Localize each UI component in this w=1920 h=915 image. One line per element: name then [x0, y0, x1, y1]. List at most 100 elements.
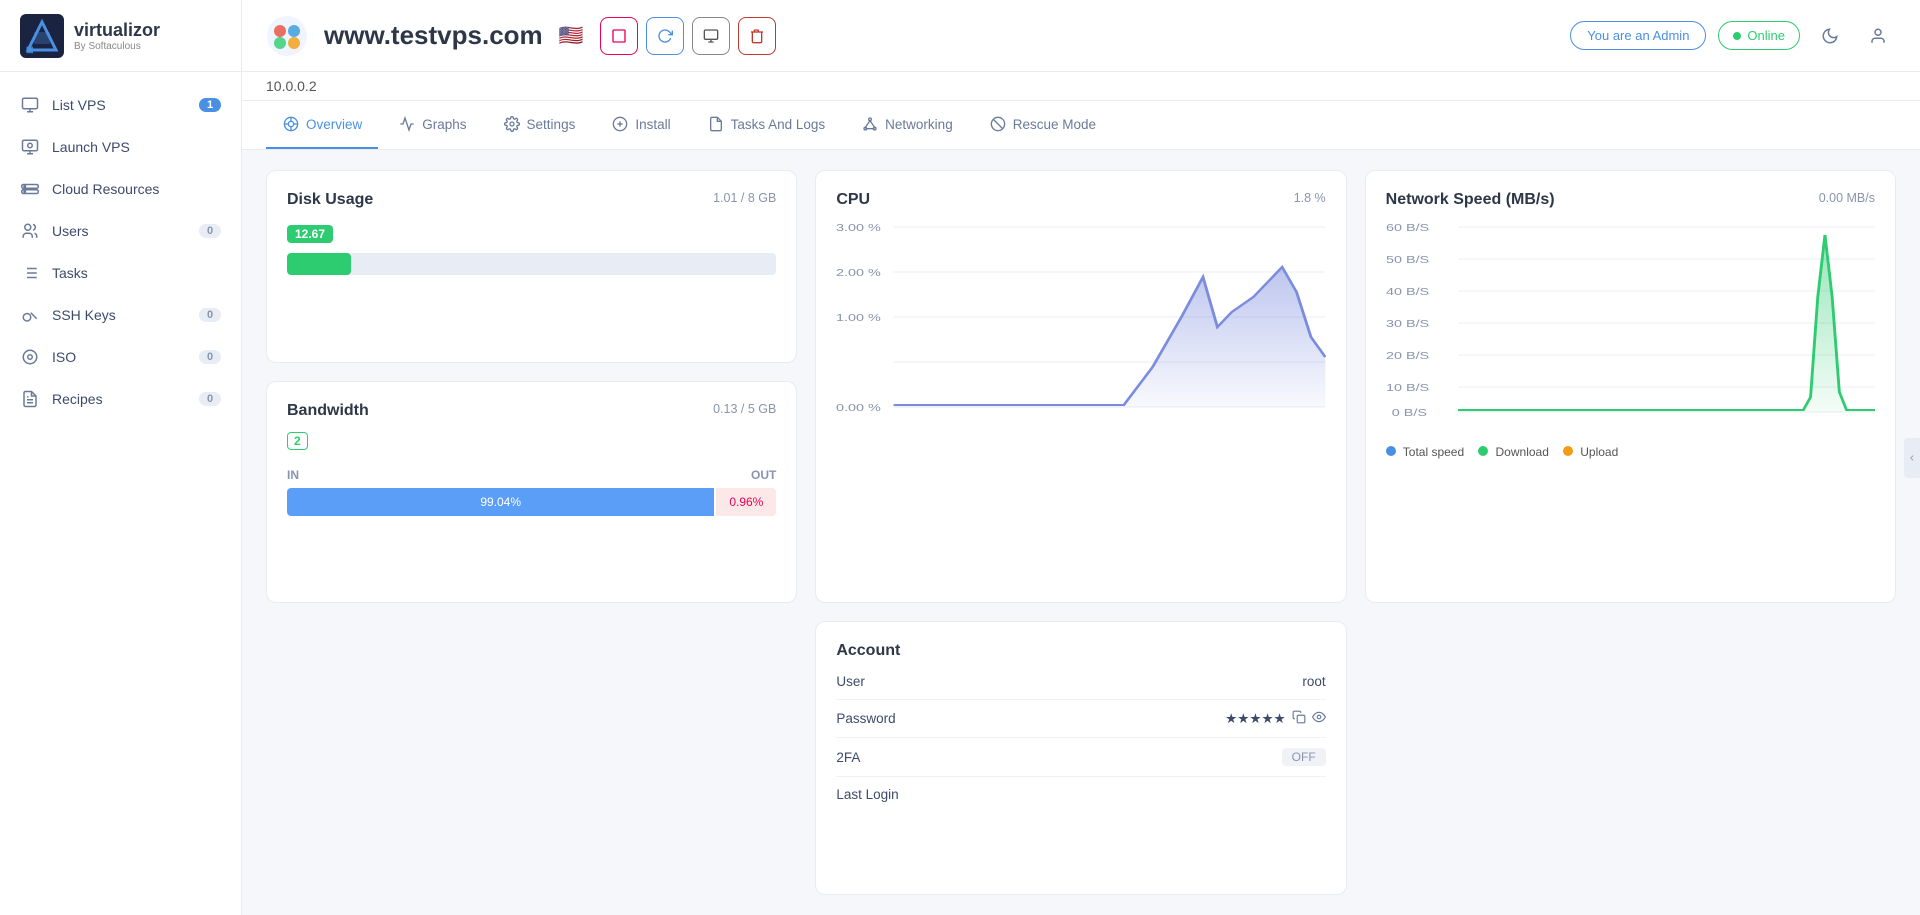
account-row-user: User root [836, 664, 1325, 700]
sidebar-item-users[interactable]: Users 0 [0, 210, 241, 252]
logo-icon: ▣ [20, 14, 64, 58]
bandwidth-title: Bandwidth [287, 402, 369, 420]
download-dot [1478, 446, 1488, 456]
tab-rescue-mode-label: Rescue Mode [1013, 117, 1096, 132]
sidebar-badge-iso: 0 [199, 350, 221, 364]
cpu-title: CPU [836, 191, 870, 209]
account-password-val: ★★★★★ [1225, 710, 1326, 727]
svg-text:50 B/S: 50 B/S [1386, 254, 1429, 265]
bandwidth-bars: 99.04% 0.96% [287, 488, 776, 516]
logo-text: virtualizor By Softaculous [74, 20, 160, 52]
header-left: www.testvps.com 🇺🇸 [266, 15, 776, 57]
tabs-bar: Overview Graphs Settings Install Tasks A… [242, 101, 1920, 150]
tab-rescue-mode[interactable]: Rescue Mode [973, 101, 1112, 149]
sidebar-item-recipes[interactable]: Recipes 0 [0, 378, 241, 420]
networking-tab-icon [861, 115, 879, 133]
network-chart: 60 B/S 50 B/S 40 B/S 30 B/S 20 B/S 10 B/… [1386, 217, 1875, 437]
sidebar-label-tasks: Tasks [52, 265, 88, 281]
admin-badge[interactable]: You are an Admin [1570, 21, 1706, 50]
cpu-current: 1.8 % [1294, 191, 1326, 205]
sidebar-label-cloud-resources: Cloud Resources [52, 181, 159, 197]
sidebar-label-list-vps: List VPS [52, 97, 106, 113]
upload-dot [1563, 446, 1573, 456]
install-tab-icon [611, 115, 629, 133]
sidebar-item-launch-vps[interactable]: Launch VPS [0, 126, 241, 168]
ip-address: 10.0.0.2 [266, 78, 317, 94]
account-row-password: Password ★★★★★ [836, 700, 1325, 738]
sidebar-item-list-vps[interactable]: List VPS 1 [0, 84, 241, 126]
svg-text:60 B/S: 60 B/S [1386, 222, 1429, 233]
sidebar-item-ssh-keys[interactable]: SSH Keys 0 [0, 294, 241, 336]
account-user-key: User [836, 674, 865, 689]
disk-progress-bar [287, 253, 776, 275]
account-title: Account [836, 642, 1325, 660]
launch-vps-icon [20, 137, 40, 157]
account-last-login-key: Last Login [836, 787, 898, 802]
recipes-icon [20, 389, 40, 409]
network-current: 0.00 MB/s [1819, 191, 1875, 205]
show-password-icon[interactable] [1312, 710, 1326, 727]
in-label: IN [287, 468, 299, 482]
disk-title: Disk Usage [287, 191, 373, 209]
sidebar-item-cloud-resources[interactable]: Cloud Resources [0, 168, 241, 210]
svg-text:40 B/S: 40 B/S [1386, 286, 1429, 297]
tab-overview-label: Overview [306, 117, 362, 132]
sidebar-label-recipes: Recipes [52, 391, 103, 407]
tab-install[interactable]: Install [595, 101, 686, 149]
svg-text:3.00 %: 3.00 % [836, 222, 881, 233]
svg-text:▣: ▣ [26, 45, 34, 54]
flag-icon: 🇺🇸 [559, 23, 584, 48]
sub-header: 10.0.0.2 [242, 72, 1920, 101]
tasks-logs-tab-icon [707, 115, 725, 133]
download-label: Download [1496, 445, 1549, 459]
network-title: Network Speed (MB/s) [1386, 191, 1555, 209]
tab-networking[interactable]: Networking [845, 101, 969, 149]
total-speed-label: Total speed [1403, 445, 1464, 459]
logo-area: ▣ virtualizor By Softaculous [0, 0, 241, 72]
online-badge[interactable]: Online [1718, 21, 1800, 50]
overview-tab-icon [282, 115, 300, 133]
online-label: Online [1747, 28, 1785, 43]
tab-overview[interactable]: Overview [266, 101, 378, 149]
sidebar-item-iso[interactable]: ISO 0 [0, 336, 241, 378]
cpu-chart-svg: 3.00 % 2.00 % 1.00 % 0.00 % [836, 217, 1325, 437]
stop-button[interactable] [600, 17, 638, 55]
console-button[interactable] [692, 17, 730, 55]
svg-text:0.00 %: 0.00 % [836, 402, 881, 413]
sidebar-navigation: List VPS 1 Launch VPS Cloud Resources [0, 72, 241, 432]
tab-graphs[interactable]: Graphs [382, 101, 482, 149]
copy-icon[interactable] [1292, 710, 1306, 727]
sidebar: ▣ virtualizor By Softaculous List VPS 1 … [0, 0, 242, 915]
sidebar-badge-recipes: 0 [199, 392, 221, 406]
theme-toggle-button[interactable] [1812, 18, 1848, 54]
sidebar-item-tasks[interactable]: Tasks [0, 252, 241, 294]
tab-tasks-logs[interactable]: Tasks And Logs [691, 101, 842, 149]
bandwidth-badge: 2 [287, 432, 308, 450]
bandwidth-in-bar: 99.04% [287, 488, 714, 516]
tasks-icon [20, 263, 40, 283]
logo-sub-text: By Softaculous [74, 41, 160, 52]
svg-text:2.00 %: 2.00 % [836, 267, 881, 278]
sidebar-label-ssh-keys: SSH Keys [52, 307, 116, 323]
user-profile-button[interactable] [1860, 18, 1896, 54]
network-chart-svg: 60 B/S 50 B/S 40 B/S 30 B/S 20 B/S 10 B/… [1386, 217, 1875, 437]
disk-badge: 12.67 [287, 225, 333, 243]
delete-button[interactable] [738, 17, 776, 55]
restart-button[interactable] [646, 17, 684, 55]
svg-text:20 B/S: 20 B/S [1386, 350, 1429, 361]
vps-logo-icon [266, 15, 308, 57]
content-area: Disk Usage 1.01 / 8 GB 12.67 CPU 1.8 % [242, 150, 1920, 915]
account-card: Account User root Password ★★★★★ [815, 621, 1346, 895]
sidebar-collapse-toggle[interactable] [1904, 438, 1920, 478]
ssh-keys-icon [20, 305, 40, 325]
network-speed-card: Network Speed (MB/s) 0.00 MB/s 60 B/S 50… [1365, 170, 1896, 603]
bandwidth-labels: IN OUT [287, 468, 776, 482]
account-user-val: root [1302, 674, 1325, 689]
tab-settings[interactable]: Settings [487, 101, 592, 149]
header: www.testvps.com 🇺🇸 You are an Admin [242, 0, 1920, 72]
cloud-resources-icon [20, 179, 40, 199]
tab-networking-label: Networking [885, 117, 953, 132]
header-actions [600, 17, 776, 55]
cpu-card: CPU 1.8 % 3.00 % 2.00 % 1.00 % 0.00 % [815, 170, 1346, 603]
account-table: User root Password ★★★★★ [836, 664, 1325, 812]
